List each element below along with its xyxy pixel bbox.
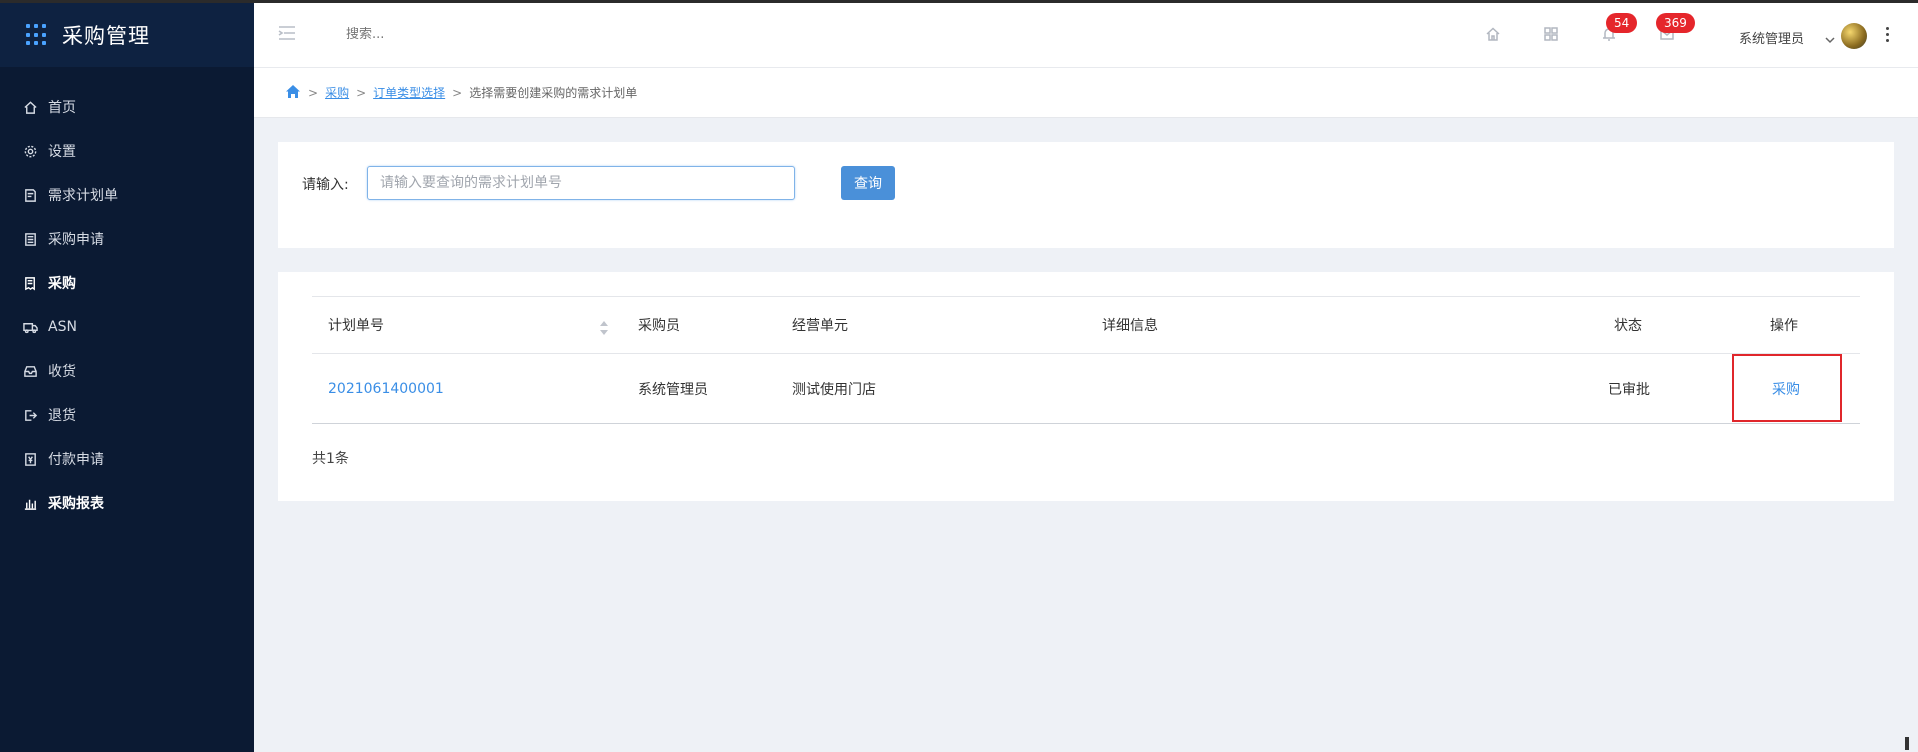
menu-toggle-icon[interactable] <box>278 25 296 41</box>
sidebar-item-return[interactable]: 退货 <box>0 393 254 437</box>
results-panel: 计划单号 采购员 经营单元 详细信息 状态 操作 2021061400001 系… <box>278 272 1894 501</box>
query-button[interactable]: 查询 <box>841 166 895 200</box>
notifications-badge: 54 <box>1606 13 1638 33</box>
chevron-down-icon[interactable] <box>1825 30 1835 44</box>
sidebar-item-label: 退货 <box>48 408 76 424</box>
buyer-cell: 系统管理员 <box>638 381 708 398</box>
total-count: 共1条 <box>312 451 349 467</box>
breadcrumb-item-purchase[interactable]: 采购 <box>325 84 349 101</box>
exit-icon <box>22 407 38 423</box>
breadcrumb-current: 选择需要创建采购的需求计划单 <box>469 86 638 100</box>
apps-grid-icon[interactable] <box>1542 25 1560 43</box>
sidebar-item-asn[interactable]: ASN <box>0 305 254 349</box>
receipt-icon <box>22 275 38 291</box>
avatar[interactable] <box>1841 23 1867 49</box>
payment-icon <box>22 451 38 467</box>
sidebar-item-label: 需求计划单 <box>48 188 118 204</box>
column-header-action: 操作 <box>1770 318 1798 334</box>
sidebar-item-label: 设置 <box>48 144 76 160</box>
sidebar-item-purchase[interactable]: 采购 <box>0 261 254 305</box>
home-icon[interactable] <box>285 84 301 102</box>
breadcrumb-item-order-type[interactable]: 订单类型选择 <box>373 84 445 101</box>
home-icon <box>22 99 38 115</box>
sidebar-item-settings[interactable]: 设置 <box>0 129 254 173</box>
column-header-plan-no[interactable]: 计划单号 <box>328 297 384 353</box>
brand-header: 采购管理 <box>0 3 254 67</box>
plan-number-link[interactable]: 2021061400001 <box>328 354 444 423</box>
document-icon <box>22 187 38 203</box>
breadcrumb-separator: > <box>356 85 367 100</box>
breadcrumb-separator: > <box>308 85 319 100</box>
column-header-buyer: 采购员 <box>638 318 680 334</box>
clipboard-icon <box>22 231 38 247</box>
business-unit-cell: 测试使用门店 <box>792 381 876 398</box>
more-vertical-icon[interactable] <box>1884 27 1890 45</box>
results-table: 计划单号 采购员 经营单元 详细信息 状态 操作 2021061400001 系… <box>312 296 1860 424</box>
global-search-input[interactable] <box>346 27 546 42</box>
search-panel: 请输入: 查询 <box>278 142 1894 248</box>
sidebar-item-label: 收货 <box>48 364 76 380</box>
sidebar-item-home[interactable]: 首页 <box>0 85 254 129</box>
bar-chart-icon <box>22 495 38 511</box>
column-header-status: 状态 <box>1614 318 1642 334</box>
sidebar-item-label: 采购 <box>48 276 76 292</box>
column-header-business-unit: 经营单元 <box>792 318 848 334</box>
truck-icon <box>22 319 38 335</box>
top-header: 54 369 系统管理员 <box>254 3 1918 68</box>
column-header-details: 详细信息 <box>1102 318 1158 334</box>
home-icon[interactable] <box>1484 25 1502 43</box>
search-label: 请输入: <box>302 177 349 193</box>
sidebar-item-label: 采购申请 <box>48 232 104 248</box>
sidebar-menu: 首页 设置 需求计划单 采购申请 采购 ASN 收货 退货 付款申请 采购报表 <box>0 67 254 525</box>
sort-icon[interactable] <box>598 319 610 337</box>
messages-badge: 369 <box>1656 13 1695 33</box>
scrollbar-thumb[interactable] <box>1905 737 1909 750</box>
plan-number-search-input[interactable] <box>367 166 795 200</box>
status-cell: 已审批 <box>1608 381 1650 398</box>
breadcrumb-separator: > <box>452 85 463 100</box>
app-grid-icon[interactable] <box>26 24 48 46</box>
sidebar: 采购管理 首页 设置 需求计划单 采购申请 采购 ASN 收货 退货 付款申请 … <box>0 3 254 752</box>
sidebar-item-label: 付款申请 <box>48 452 104 468</box>
sidebar-item-demand-plan[interactable]: 需求计划单 <box>0 173 254 217</box>
sidebar-item-label: 采购报表 <box>48 496 104 512</box>
sidebar-item-label: ASN <box>48 319 77 335</box>
purchase-action-link[interactable]: 采购 <box>1772 354 1800 423</box>
gear-icon <box>22 143 38 159</box>
user-name[interactable]: 系统管理员 <box>1739 28 1804 47</box>
inbox-icon <box>22 363 38 379</box>
breadcrumb: > 采购 > 订单类型选择 > 选择需要创建采购的需求计划单 <box>254 68 1918 118</box>
table-row: 2021061400001 系统管理员 测试使用门店 已审批 采购 <box>312 354 1860 424</box>
sidebar-item-purchase-report[interactable]: 采购报表 <box>0 481 254 525</box>
sidebar-item-payment-request[interactable]: 付款申请 <box>0 437 254 481</box>
sidebar-item-label: 首页 <box>48 100 76 116</box>
sidebar-item-receiving[interactable]: 收货 <box>0 349 254 393</box>
app-title: 采购管理 <box>62 24 150 48</box>
table-header: 计划单号 采购员 经营单元 详细信息 状态 操作 <box>312 296 1860 354</box>
sidebar-item-purchase-request[interactable]: 采购申请 <box>0 217 254 261</box>
window-top-edge <box>0 0 1918 3</box>
